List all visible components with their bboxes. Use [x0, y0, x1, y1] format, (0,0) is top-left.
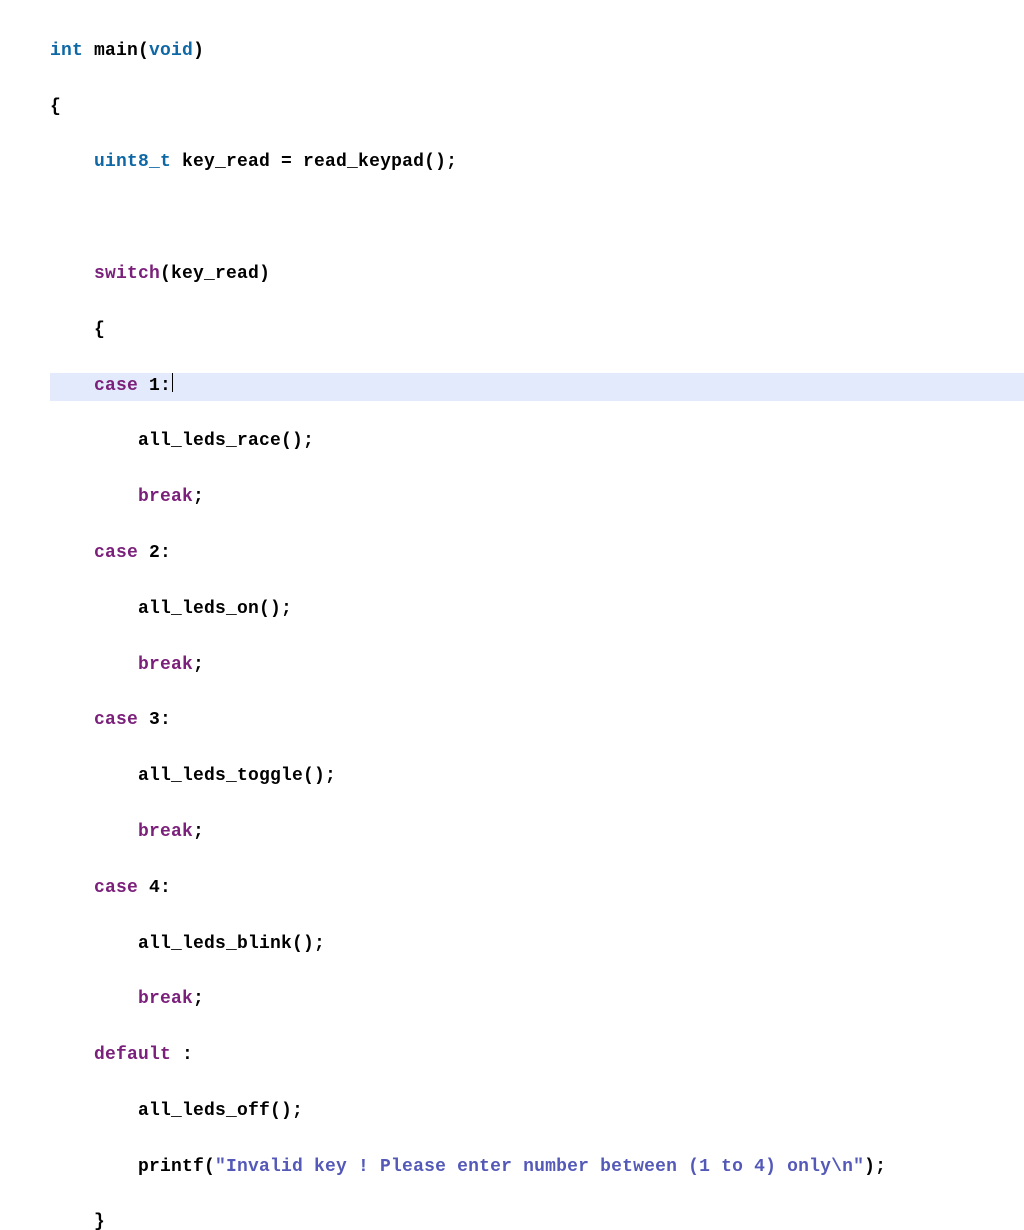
- code-line: {: [50, 94, 1024, 122]
- keyword-case: case: [94, 710, 138, 730]
- punct: (: [160, 264, 171, 284]
- keyword-default: default: [94, 1045, 171, 1065]
- indent: [50, 599, 138, 619]
- code-line: switch(key_read): [50, 261, 1024, 289]
- case-value: 1:: [138, 376, 171, 396]
- keyword-break: break: [138, 822, 193, 842]
- code-line: }: [50, 1209, 1024, 1230]
- code-line: case 4:: [50, 875, 1024, 903]
- code-text: key_read = read_keypad();: [171, 152, 457, 172]
- code-line: break;: [50, 652, 1024, 680]
- case-value: 4:: [138, 878, 171, 898]
- code-line: case 3:: [50, 707, 1024, 735]
- keyword-type: int: [50, 41, 83, 61]
- indent: [50, 320, 94, 340]
- indent: [50, 487, 138, 507]
- variable: key_read: [171, 264, 259, 284]
- brace: {: [50, 97, 61, 117]
- case-value: 3:: [138, 710, 171, 730]
- case-value: 2:: [138, 543, 171, 563]
- keyword-case: case: [94, 543, 138, 563]
- keyword-case: case: [94, 878, 138, 898]
- punct: ;: [193, 655, 204, 675]
- keyword-switch: switch: [94, 264, 160, 284]
- string-literal: "Invalid key ! Please enter number betwe…: [215, 1157, 864, 1177]
- code-line: all_leds_off();: [50, 1098, 1024, 1126]
- keyword-break: break: [138, 655, 193, 675]
- code-line-highlighted: case 1:: [50, 373, 1024, 401]
- code-line: case 2:: [50, 540, 1024, 568]
- indent: [50, 1212, 94, 1230]
- indent: [50, 1101, 138, 1121]
- function-call: all_leds_blink();: [138, 934, 325, 954]
- indent: [50, 431, 138, 451]
- default-colon: :: [171, 1045, 193, 1065]
- function-call: all_leds_toggle();: [138, 766, 336, 786]
- punct: ;: [193, 822, 204, 842]
- code-line: break;: [50, 484, 1024, 512]
- code-line: break;: [50, 986, 1024, 1014]
- function-call: printf(: [138, 1157, 215, 1177]
- indent: [50, 264, 94, 284]
- indent: [50, 822, 138, 842]
- keyword-void: void: [149, 41, 193, 61]
- code-line: all_leds_on();: [50, 596, 1024, 624]
- function-call: all_leds_off();: [138, 1101, 303, 1121]
- punct: ): [259, 264, 270, 284]
- code-line: all_leds_blink();: [50, 931, 1024, 959]
- code-line: break;: [50, 819, 1024, 847]
- indent: [50, 878, 94, 898]
- code-editor: int main(void) { uint8_t key_read = read…: [0, 0, 1024, 1230]
- function-call: all_leds_race();: [138, 431, 314, 451]
- code-line: {: [50, 317, 1024, 345]
- indent: [50, 152, 94, 172]
- function-call: all_leds_on();: [138, 599, 292, 619]
- code-line: default :: [50, 1042, 1024, 1070]
- indent: [50, 766, 138, 786]
- indent: [50, 655, 138, 675]
- punct: ): [193, 41, 204, 61]
- indent: [50, 710, 94, 730]
- code-line: uint8_t key_read = read_keypad();: [50, 149, 1024, 177]
- indent: [50, 934, 138, 954]
- indent: [50, 1157, 138, 1177]
- code-line: printf("Invalid key ! Please enter numbe…: [50, 1154, 1024, 1182]
- indent: [50, 376, 94, 396]
- brace: {: [94, 320, 105, 340]
- blank-line: [50, 205, 1024, 233]
- punct: (: [138, 41, 149, 61]
- indent: [50, 543, 94, 563]
- brace: }: [94, 1212, 105, 1230]
- func-name: main: [83, 41, 138, 61]
- punct: );: [864, 1157, 886, 1177]
- indent: [50, 989, 138, 1009]
- text-cursor: [172, 373, 173, 393]
- code-line: int main(void): [50, 38, 1024, 66]
- keyword-break: break: [138, 989, 193, 1009]
- punct: ;: [193, 487, 204, 507]
- keyword-case: case: [94, 376, 138, 396]
- indent: [50, 1045, 94, 1065]
- keyword-type: uint8_t: [94, 152, 171, 172]
- code-line: all_leds_race();: [50, 428, 1024, 456]
- keyword-break: break: [138, 487, 193, 507]
- punct: ;: [193, 989, 204, 1009]
- code-line: all_leds_toggle();: [50, 763, 1024, 791]
